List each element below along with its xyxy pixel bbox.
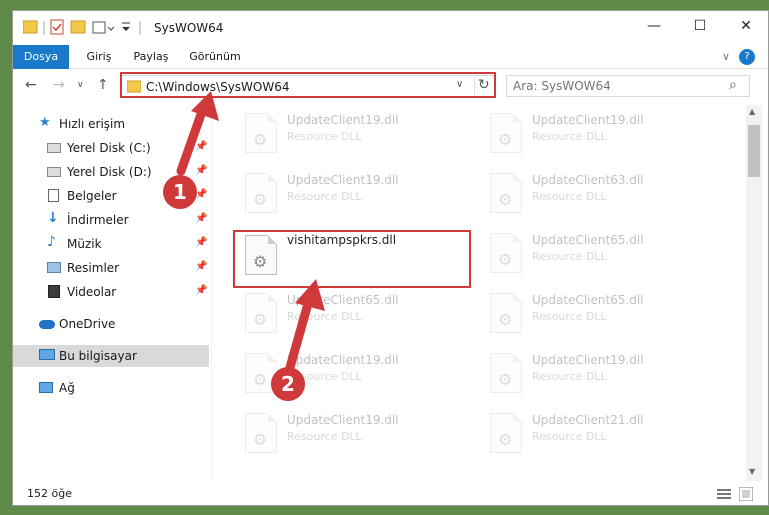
step-1-badge: 1 <box>163 175 197 209</box>
step-2-badge: 2 <box>271 367 305 401</box>
explorer-window: SysWOW64 — ☐ ✕ Dosya Giriş Paylaş Görünü… <box>12 10 769 506</box>
annotation-arrows <box>176 91 325 376</box>
